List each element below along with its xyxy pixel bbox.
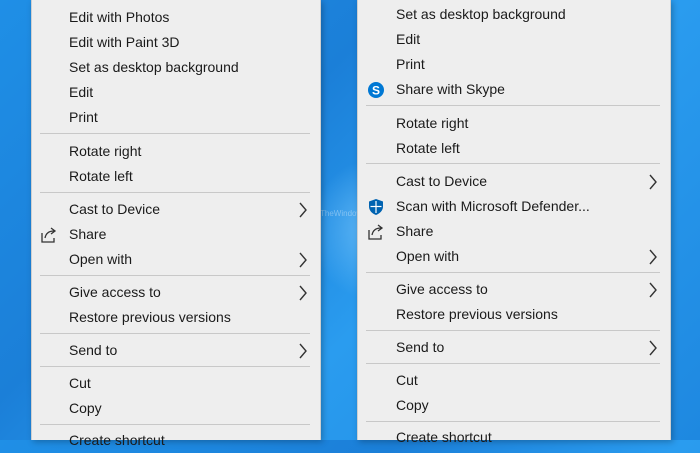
menu-item-create-shortcut[interactable]: Create shortcut [358, 425, 670, 450]
menu-separator [366, 272, 660, 273]
menu-separator [40, 424, 310, 425]
menu-item-label: Rotate right [396, 115, 469, 131]
share-icon [41, 227, 57, 243]
menu-item-label: Send to [396, 339, 445, 355]
menu-item-label: Set as desktop background [69, 59, 239, 75]
menu-item-create-shortcut[interactable]: Create shortcut [32, 428, 320, 453]
defender-shield-icon [369, 199, 383, 215]
menu-item-label: Share [69, 226, 107, 242]
menu-separator [40, 192, 310, 193]
menu-item-label: Set as desktop background [396, 6, 566, 22]
menu-separator [366, 421, 660, 422]
menu-item-label: Cast to Device [396, 173, 488, 189]
chevron-right-icon [299, 343, 307, 359]
menu-item-open-with[interactable]: Open with [358, 244, 670, 269]
menu-item-edit[interactable]: Edit [358, 27, 670, 52]
chevron-right-icon [649, 282, 657, 298]
chevron-right-icon [649, 249, 657, 265]
menu-item-cut[interactable]: Cut [32, 371, 320, 396]
share-icon [368, 224, 384, 240]
menu-item-share[interactable]: Share [358, 219, 670, 244]
chevron-right-icon [299, 202, 307, 218]
menu-item-label: Edit [69, 84, 94, 100]
menu-item-label: Send to [69, 342, 118, 358]
menu-separator [366, 163, 660, 164]
menu-item-label: Copy [396, 397, 429, 413]
menu-item-share-with-skype[interactable]: S Share with Skype [358, 77, 670, 102]
menu-item-label: Open with [396, 248, 460, 264]
menu-item-rotate-right[interactable]: Rotate right [358, 111, 670, 136]
menu-item-copy[interactable]: Copy [32, 396, 320, 421]
menu-separator [40, 133, 310, 134]
menu-item-label: Print [396, 56, 425, 72]
menu-item-label: Share with Skype [396, 81, 505, 97]
menu-item-edit-with-photos[interactable]: Edit with Photos [32, 5, 320, 30]
menu-item-edit-with-paint-3d[interactable]: Edit with Paint 3D [32, 30, 320, 55]
menu-item-label: Restore previous versions [69, 309, 231, 325]
menu-item-share[interactable]: Share [32, 222, 320, 247]
menu-item-give-access-to[interactable]: Give access to [32, 280, 320, 305]
menu-item-label: Rotate left [69, 168, 133, 184]
menu-item-label: Cast to Device [69, 201, 161, 217]
menu-item-restore-previous-versions[interactable]: Restore previous versions [32, 305, 320, 330]
menu-item-label: Rotate left [396, 140, 460, 156]
menu-item-rotate-left[interactable]: Rotate left [358, 136, 670, 161]
menu-item-send-to[interactable]: Send to [32, 338, 320, 363]
menu-item-edit[interactable]: Edit [32, 80, 320, 105]
menu-separator [40, 333, 310, 334]
context-menu-right: Set as desktop background Edit Print S S… [357, 0, 671, 445]
menu-item-set-desktop-background[interactable]: Set as desktop background [32, 55, 320, 80]
menu-separator [40, 366, 310, 367]
menu-item-label: Create shortcut [69, 432, 165, 448]
menu-item-label: Share [396, 223, 434, 239]
menu-item-print[interactable]: Print [358, 52, 670, 77]
menu-item-cast-to-device[interactable]: Cast to Device [32, 197, 320, 222]
chevron-right-icon [299, 285, 307, 301]
menu-item-label: Give access to [396, 281, 488, 297]
menu-item-label: Create shortcut [396, 429, 492, 445]
menu-item-rotate-right[interactable]: Rotate right [32, 139, 320, 164]
menu-separator [366, 330, 660, 331]
menu-item-label: Rotate right [69, 143, 142, 159]
menu-separator [366, 363, 660, 364]
menu-item-label: Cut [396, 372, 418, 388]
menu-item-label: Print [69, 109, 98, 125]
menu-item-label: Edit [396, 31, 421, 47]
chevron-right-icon [649, 174, 657, 190]
menu-item-cut[interactable]: Cut [358, 368, 670, 393]
menu-separator [40, 275, 310, 276]
menu-item-copy[interactable]: Copy [358, 393, 670, 418]
menu-item-label: Give access to [69, 284, 161, 300]
menu-item-open-with[interactable]: Open with [32, 247, 320, 272]
menu-item-label: Cut [69, 375, 91, 391]
menu-item-label: Scan with Microsoft Defender... [396, 198, 590, 214]
context-menu-left: Edit with Photos Edit with Paint 3D Set … [31, 0, 321, 448]
menu-item-label: Copy [69, 400, 102, 416]
menu-item-give-access-to[interactable]: Give access to [358, 277, 670, 302]
menu-item-label: Open with [69, 251, 133, 267]
menu-item-set-desktop-background[interactable]: Set as desktop background [358, 2, 670, 27]
skype-icon: S [368, 82, 384, 98]
menu-item-label: Edit with Photos [69, 9, 170, 25]
menu-item-label: Restore previous versions [396, 306, 558, 322]
menu-item-restore-previous-versions[interactable]: Restore previous versions [358, 302, 670, 327]
svg-text:S: S [372, 84, 380, 98]
chevron-right-icon [649, 340, 657, 356]
chevron-right-icon [299, 252, 307, 268]
menu-item-rotate-left[interactable]: Rotate left [32, 164, 320, 189]
menu-item-label: Edit with Paint 3D [69, 34, 180, 50]
menu-item-cast-to-device[interactable]: Cast to Device [358, 169, 670, 194]
menu-item-send-to[interactable]: Send to [358, 335, 670, 360]
menu-item-scan-with-defender[interactable]: Scan with Microsoft Defender... [358, 194, 670, 219]
menu-item-print[interactable]: Print [32, 105, 320, 130]
menu-separator [366, 105, 660, 106]
